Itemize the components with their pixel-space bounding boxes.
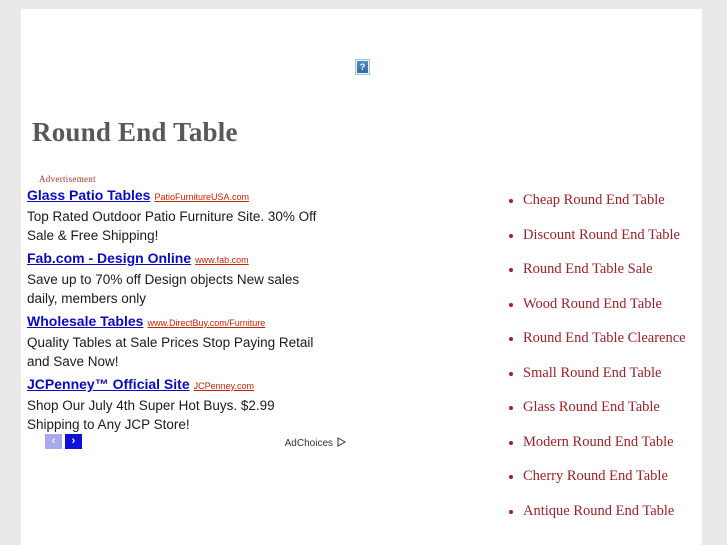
adchoices-label: AdChoices (284, 438, 333, 449)
ad-url-link[interactable]: www.fab.com (195, 255, 249, 265)
related-search-item[interactable]: Small Round End Table (498, 362, 718, 385)
related-search-item[interactable]: Wood Round End Table (498, 293, 718, 316)
related-search-item[interactable]: Cherry Round End Table (498, 465, 718, 488)
ad-headline-row: Glass Patio Tables PatioFurnitureUSA.com (27, 187, 344, 206)
ad-next-arrow-icon[interactable]: › (65, 434, 82, 449)
ad-headline-link[interactable]: Wholesale Tables (27, 313, 143, 329)
related-search-item[interactable]: Cheap Round End Table (498, 189, 718, 212)
broken-image-icon: ? (355, 59, 370, 75)
ad-headline-link[interactable]: Glass Patio Tables (27, 187, 150, 203)
related-search-item[interactable]: Round End Table Clearence (498, 327, 718, 350)
related-searches-list: Cheap Round End Table Discount Round End… (498, 189, 718, 534)
related-search-item[interactable]: Discount Round End Table (498, 224, 718, 247)
related-search-item[interactable]: Modern Round End Table (498, 431, 718, 454)
ad-headline-row: Wholesale Tables www.DirectBuy.com/Furnit… (27, 313, 344, 332)
adchoices-triangle-icon (337, 437, 347, 450)
ad-url-link[interactable]: PatioFurnitureUSA.com (154, 192, 249, 202)
page-root: ? Round End Table Advertisement Glass Pa… (0, 0, 727, 545)
ads-block: Advertisement Glass Patio Tables PatioFur… (24, 174, 344, 439)
ad-prev-arrow-icon[interactable]: ‹ (45, 434, 62, 449)
adchoices-triangle-svg (337, 437, 347, 447)
ad-description: Top Rated Outdoor Patio Furniture Site. … (27, 209, 317, 243)
ad-headline-link[interactable]: JCPenney™ Official Site (27, 376, 190, 392)
ad-headline-row: Fab.com - Design Online www.fab.com (27, 250, 344, 269)
ad-url-link[interactable]: JCPenney.com (194, 381, 254, 391)
top-banner-image-slot[interactable]: ? (355, 50, 383, 76)
ad-headline-link[interactable]: Fab.com - Design Online (27, 250, 191, 266)
content-panel: ? Round End Table Advertisement Glass Pa… (21, 9, 702, 545)
ad-url-link[interactable]: www.DirectBuy.com/Furniture (147, 318, 265, 328)
ad-item: JCPenney™ Official Site JCPenney.com Shop… (24, 376, 344, 434)
broken-image-glyph: ? (357, 61, 368, 73)
ad-description: Quality Tables at Sale Prices Stop Payin… (27, 335, 314, 369)
ad-pagination: ‹ › (45, 434, 85, 452)
related-search-item[interactable]: Round End Table Sale (498, 258, 718, 281)
advertisement-label: Advertisement (39, 174, 96, 184)
page-title: Round End Table (32, 117, 238, 147)
ad-footer: ‹ › AdChoices (24, 432, 347, 454)
ad-description: Save up to 70% off Design objects New sa… (27, 272, 300, 306)
related-search-item[interactable]: Antique Round End Table (498, 500, 718, 523)
adchoices-link[interactable]: AdChoices (284, 436, 347, 450)
ad-description: Shop Our July 4th Super Hot Buys. $2.99 … (27, 398, 275, 432)
ad-headline-row: JCPenney™ Official Site JCPenney.com (27, 376, 344, 395)
ad-item: Fab.com - Design Online www.fab.com Save … (24, 250, 344, 308)
related-search-item[interactable]: Glass Round End Table (498, 396, 718, 419)
ad-item: Wholesale Tables www.DirectBuy.com/Furnit… (24, 313, 344, 371)
ad-item: Glass Patio Tables PatioFurnitureUSA.com … (24, 187, 344, 245)
